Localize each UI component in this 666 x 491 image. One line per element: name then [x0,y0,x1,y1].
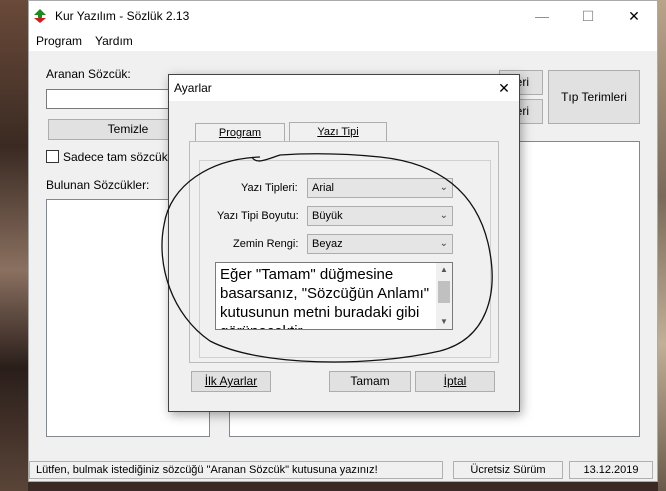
dialog-close-icon[interactable]: ✕ [493,77,515,99]
cancel-label: İptal [443,374,467,388]
window-title: Kur Yazılım - Sözlük 2.13 [55,9,190,23]
exact-word-checkbox[interactable] [46,150,59,163]
status-message: Lütfen, bulmak istediğiniz sözcüğü "Aran… [29,461,443,479]
tab-yazi-tipi-label: Yazı Tipi [317,126,359,138]
menu-yardim[interactable]: Yardım [95,34,133,48]
desktop-background-left [0,0,28,491]
status-bar: Lütfen, bulmak istediğiniz sözcüğü "Aran… [29,459,657,481]
found-words-label: Bulunan Sözcükler: [46,178,150,192]
maximize-button[interactable]: ☐ [565,1,611,31]
menu-bar: Program Yardım [29,31,657,51]
status-edition: Ücretsiz Sürüm [453,461,563,479]
menu-program[interactable]: Program [36,34,82,48]
minimize-button[interactable]: — [519,1,565,31]
reset-settings-button[interactable]: İlk Ayarlar [191,371,271,392]
search-label: Aranan Sözcük: [46,67,131,81]
tab-yazi-tipi[interactable]: Yazı Tipi [289,122,387,142]
status-date: 13.12.2019 [569,461,653,479]
dialog-title-bar: Ayarlar ✕ [169,75,519,101]
app-arrow-icon [34,9,46,23]
medical-terms-button[interactable]: Tıp Terimleri [548,70,640,124]
title-bar: Kur Yazılım - Sözlük 2.13 — ☐ ✕ [29,1,657,31]
tab-program[interactable]: Program [195,123,285,142]
dialog-title: Ayarlar [174,81,212,95]
ok-button[interactable]: Tamam [329,371,411,392]
desktop-background-right [658,0,666,491]
cancel-button[interactable]: İptal [415,371,495,392]
close-button[interactable]: ✕ [611,1,657,31]
reset-settings-label: İlk Ayarlar [204,374,258,388]
annotation-scribble [161,153,493,363]
tab-program-label: Program [218,127,262,139]
